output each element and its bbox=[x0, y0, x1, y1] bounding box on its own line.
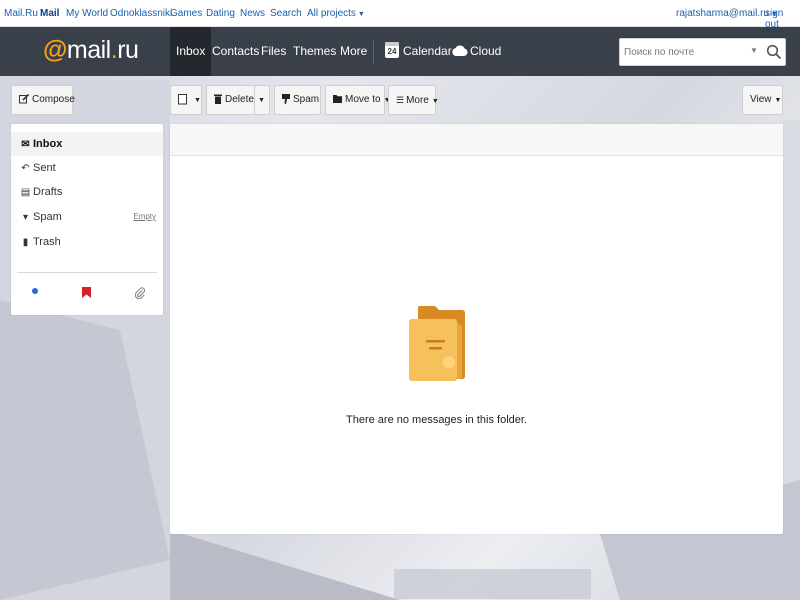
chevron-down-icon: ▼ bbox=[258, 97, 265, 104]
folder-spam[interactable]: ▾ Spam Empty bbox=[11, 205, 163, 229]
compose-button[interactable]: Compose bbox=[11, 85, 75, 115]
calendar-icon: 24 bbox=[385, 42, 399, 58]
folder-inbox[interactable]: ✉ Inbox bbox=[11, 132, 163, 156]
checkbox-icon bbox=[178, 93, 187, 105]
portal-link-news[interactable]: News bbox=[240, 8, 265, 19]
message-list-panel: There are no messages in this folder. bbox=[170, 124, 783, 534]
portal-link-odnoklassniki[interactable]: Odnoklassniki bbox=[110, 8, 172, 19]
nav-more[interactable]: More bbox=[340, 27, 367, 76]
move-to-label: Move to bbox=[345, 94, 381, 105]
menu-lines-icon: ☰ bbox=[396, 95, 405, 105]
portal-link-mail[interactable]: Mail bbox=[40, 8, 59, 19]
folder-icon bbox=[333, 95, 342, 104]
trash-icon bbox=[214, 94, 222, 105]
folder-label: Inbox bbox=[33, 138, 63, 150]
folder-label: Sent bbox=[33, 162, 56, 174]
portal-link-games[interactable]: Games bbox=[170, 8, 202, 19]
app-header: @mail.ru Inbox Contacts Files Themes Mor… bbox=[0, 27, 800, 76]
delete-button[interactable]: Delete bbox=[206, 85, 256, 115]
mailru-logo[interactable]: @mail.ru bbox=[43, 36, 139, 65]
select-all-checkbox[interactable]: ▼ bbox=[170, 85, 202, 115]
attachment-icon[interactable] bbox=[135, 287, 145, 299]
portal-link-mailru[interactable]: Mail.Ru bbox=[4, 8, 38, 19]
nav-divider bbox=[373, 40, 374, 64]
folder-divider bbox=[17, 272, 157, 273]
chevron-down-icon: ▼ bbox=[357, 11, 365, 18]
flag-icon[interactable] bbox=[82, 287, 91, 298]
folder-drafts[interactable]: ▤ Drafts bbox=[11, 180, 163, 204]
nav-calendar[interactable]: Calendar bbox=[403, 27, 452, 76]
empty-spam-link[interactable]: Empty bbox=[133, 205, 156, 229]
empty-folder-icon bbox=[409, 306, 465, 381]
all-projects-label: All projects bbox=[307, 8, 356, 19]
thumbs-down-icon: ▾ bbox=[22, 212, 29, 223]
delete-label: Delete bbox=[225, 94, 254, 105]
portal-link-search[interactable]: Search bbox=[270, 8, 302, 19]
empty-folder-message: There are no messages in this folder. bbox=[346, 414, 527, 426]
spam-label: Spam bbox=[293, 94, 320, 105]
move-to-button[interactable]: Move to▼ bbox=[325, 85, 391, 115]
unread-dot-icon[interactable] bbox=[31, 287, 39, 295]
folder-label: Trash bbox=[33, 236, 61, 248]
folder-label: Spam bbox=[33, 211, 62, 223]
cloud-icon bbox=[452, 45, 468, 56]
nav-cloud[interactable]: Cloud bbox=[470, 27, 501, 76]
chevron-down-icon: ▼ bbox=[194, 97, 201, 104]
thumbs-down-icon bbox=[282, 94, 290, 105]
portal-bar: Mail.Ru Mail My World Odnoklassniki Game… bbox=[0, 0, 800, 30]
portal-link-dating[interactable]: Dating bbox=[206, 8, 235, 19]
compose-label: Compose bbox=[32, 94, 75, 105]
more-actions-button[interactable]: ☰ More ▼ bbox=[388, 85, 439, 115]
delete-options-button[interactable]: ▼ bbox=[254, 85, 270, 115]
folder-label: Drafts bbox=[33, 186, 63, 198]
nav-inbox[interactable]: Inbox bbox=[170, 27, 212, 76]
folder-trash[interactable]: ▮ Trash bbox=[11, 230, 163, 254]
view-button[interactable]: View ▼ bbox=[742, 85, 783, 115]
search-icon[interactable] bbox=[766, 44, 782, 60]
pencil-icon bbox=[19, 94, 29, 104]
nav-files[interactable]: Files bbox=[261, 27, 286, 76]
chevron-down-icon: ▼ bbox=[774, 97, 782, 104]
reply-icon: ↶ bbox=[21, 163, 30, 174]
folder-sent[interactable]: ↶ Sent bbox=[11, 156, 163, 180]
portal-link-all-projects[interactable]: All projects ▼ bbox=[307, 8, 365, 19]
nav-contacts[interactable]: Contacts bbox=[212, 27, 259, 76]
search-input[interactable] bbox=[624, 44, 742, 60]
spam-button[interactable]: Spam bbox=[274, 85, 321, 115]
envelope-icon: ✉ bbox=[21, 139, 30, 150]
footer-strip bbox=[394, 569, 591, 599]
portal-link-myworld[interactable]: My World bbox=[66, 8, 108, 19]
trash-icon: ▮ bbox=[22, 237, 29, 248]
account-menu[interactable]: rajatsharma@mail.ru ▼ bbox=[676, 8, 778, 19]
mail-search: ▼ bbox=[619, 38, 786, 66]
draft-icon: ▤ bbox=[20, 187, 31, 198]
search-options-dropdown[interactable]: ▼ bbox=[750, 46, 758, 55]
more-label: More bbox=[406, 95, 429, 106]
message-list-header bbox=[170, 124, 783, 156]
folder-panel: ✉ Inbox ↶ Sent ▤ Drafts ▾ Spam Empty ▮ Trash bbox=[11, 124, 163, 315]
account-email: rajatsharma@mail.ru bbox=[676, 8, 769, 19]
chevron-down-icon: ▼ bbox=[431, 98, 439, 105]
view-label: View bbox=[750, 94, 772, 105]
nav-themes[interactable]: Themes bbox=[293, 27, 336, 76]
